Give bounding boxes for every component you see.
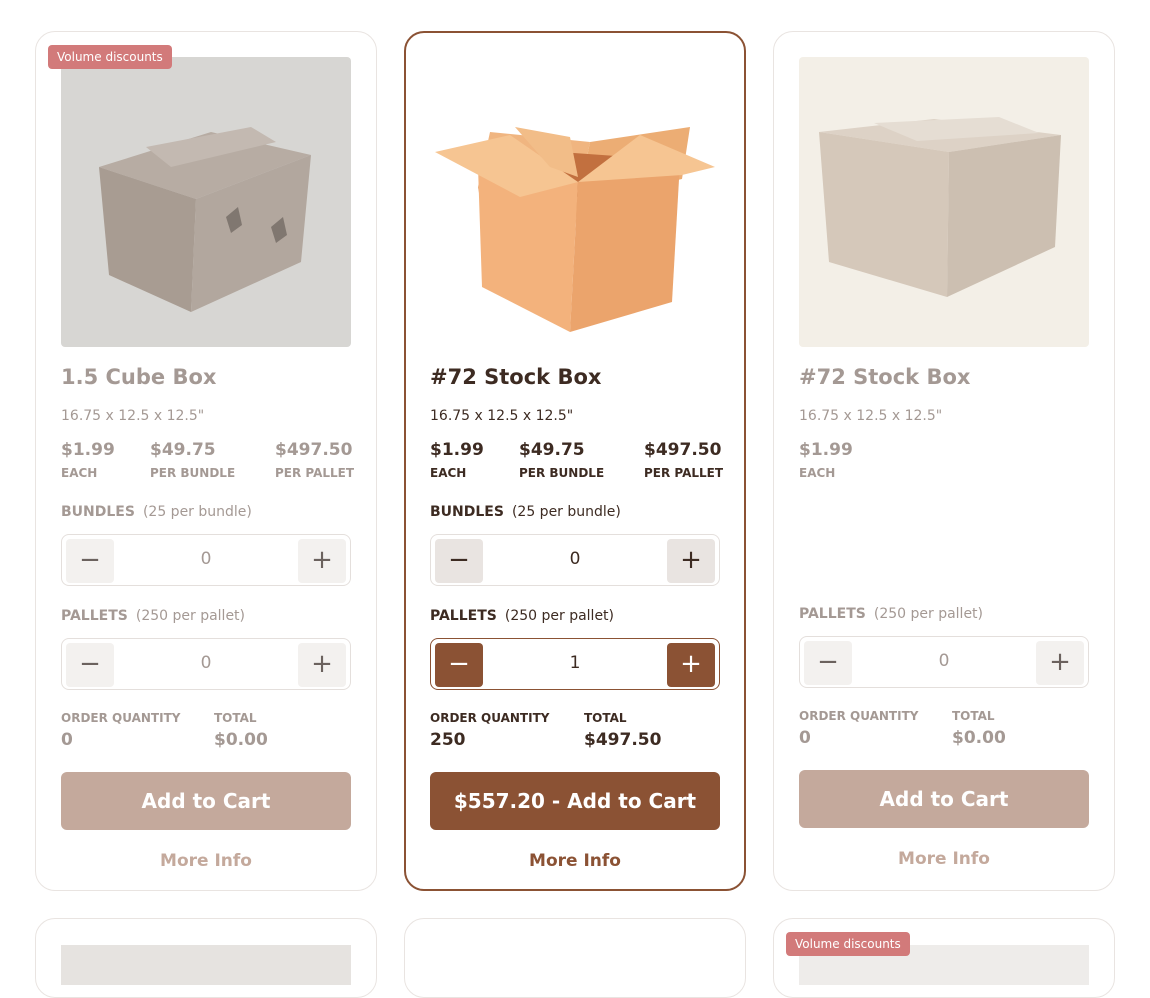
total-label: TOTAL [214,711,257,725]
product-dimensions: 16.75 x 12.5 x 12.5" [430,408,574,424]
bundles-stepper: − 0 + [430,534,720,586]
total-value: $497.50 [584,730,662,750]
plus-icon[interactable]: + [298,643,346,687]
order-quantity-label: ORDER QUANTITY [799,709,919,723]
open-cardboard-box-icon[interactable] [430,57,720,347]
plus-icon[interactable]: + [667,643,715,687]
bundles-label: BUNDLES (25 per bundle) [430,504,621,520]
pallets-stepper: − 0 + [799,636,1089,688]
add-to-cart-button[interactable]: $557.20 - Add to Cart [430,772,720,830]
product-dimensions: 16.75 x 12.5 x 12.5" [799,408,943,424]
add-to-cart-button[interactable]: Add to Cart [61,772,351,830]
product-name[interactable]: #72 Stock Box [430,365,601,389]
closed-cardboard-box-icon[interactable] [61,57,351,347]
order-quantity-value: 250 [430,730,466,750]
product-card-4 [35,918,377,998]
total-value: $0.00 [952,728,1006,748]
pallets-label: PALLETS (250 per pallet) [430,608,615,624]
plus-icon[interactable]: + [298,539,346,583]
product-name[interactable]: #72 Stock Box [799,365,970,389]
volume-discount-badge: Volume discounts [786,932,910,956]
product-card-5 [404,918,746,998]
pallets-stepper: − 1 + [430,638,720,690]
bundles-label: BUNDLES (25 per bundle) [61,504,252,520]
product-card-3: #72 Stock Box 16.75 x 12.5 x 12.5" $1.99… [773,31,1115,891]
long-cardboard-box-icon[interactable] [799,57,1089,347]
price-per-pallet: $497.50 PER PALLET [275,440,355,480]
pallets-label: PALLETS (250 per pallet) [61,608,246,624]
product-image[interactable] [61,945,351,985]
product-card-1: Volume discounts 1.5 Cube Box 16.75 x 12… [35,31,377,891]
price-per-bundle: $49.75 PER BUNDLE [150,440,236,480]
plus-icon[interactable]: + [667,539,715,583]
product-card-2: #72 Stock Box 16.75 x 12.5 x 12.5" $1.99… [404,31,746,891]
more-info-link[interactable]: More Info [61,851,351,871]
price-each: $1.99 EACH [430,440,484,480]
total-label: TOTAL [952,709,995,723]
order-quantity-label: ORDER QUANTITY [61,711,181,725]
more-info-link[interactable]: More Info [430,851,720,871]
add-to-cart-button[interactable]: Add to Cart [799,770,1089,828]
pallets-label: PALLETS (250 per pallet) [799,606,984,622]
order-quantity-label: ORDER QUANTITY [430,711,550,725]
product-dimensions: 16.75 x 12.5 x 12.5" [61,408,205,424]
volume-discount-badge: Volume discounts [48,45,172,69]
pallets-stepper: − 0 + [61,638,351,690]
total-value: $0.00 [214,730,268,750]
price-each: $1.99 EACH [799,440,853,480]
price-per-pallet: $497.50 PER PALLET [644,440,724,480]
order-quantity-value: 0 [61,730,73,750]
product-name[interactable]: 1.5 Cube Box [61,365,216,389]
total-label: TOTAL [584,711,627,725]
plus-icon[interactable]: + [1036,641,1084,685]
order-quantity-value: 0 [799,728,811,748]
product-card-6: Volume discounts [773,918,1115,998]
bundles-stepper: − 0 + [61,534,351,586]
price-per-bundle: $49.75 PER BUNDLE [519,440,605,480]
more-info-link[interactable]: More Info [799,849,1089,869]
price-each: $1.99 EACH [61,440,115,480]
